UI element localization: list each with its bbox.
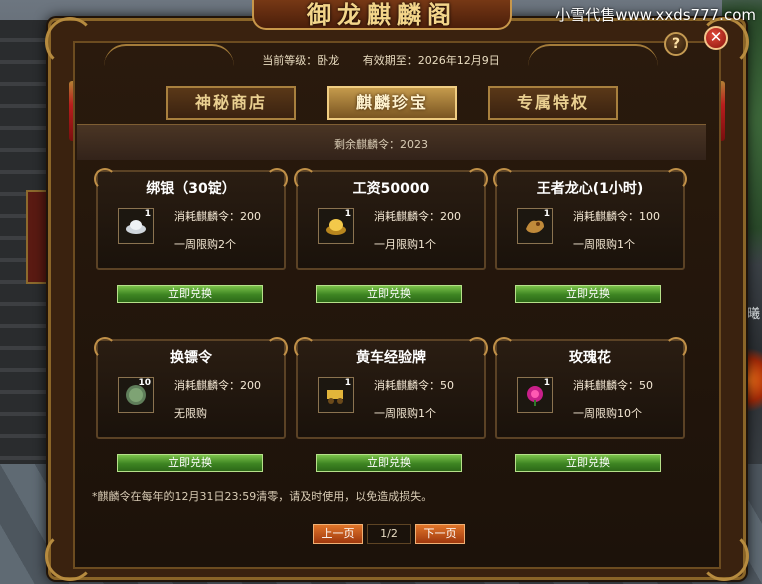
item-quantity: 10	[138, 378, 151, 388]
item-quantity: 1	[543, 378, 550, 388]
tab-bar: 神秘商店 麒麟珍宝 专属特权	[163, 86, 623, 120]
cost-value: 100	[639, 210, 660, 223]
item-card: 黄车经验牌 1 消耗麒麟令：50 一周限购1个	[294, 337, 486, 439]
tab-mystery-shop[interactable]: 神秘商店	[166, 86, 296, 120]
item-limit: 一周限购10个	[573, 407, 642, 420]
reset-notice: *麒麟令在每年的12月31日23:59清零，请及时使用，以免造成损失。	[92, 490, 433, 503]
item-card: 玫瑰花 1 消耗麒麟令：50 一周限购10个	[493, 337, 685, 439]
item-cost: 消耗麒麟令：200	[174, 208, 261, 224]
membership-info: 当前等级：卧龙 有效期至：2026年12月9日	[0, 52, 762, 68]
gold-cart-icon: 1	[318, 377, 354, 413]
cost-value: 200	[240, 210, 261, 223]
gold-ingot-icon: 1	[318, 208, 354, 244]
item-card: 工资50000 1 消耗麒麟令：200 一月限购1个	[294, 168, 486, 270]
item-title: 王者龙心(1小时)	[536, 181, 644, 197]
item-cost: 消耗麒麟令：50	[573, 377, 653, 393]
item-limit: 一周限购1个	[573, 238, 635, 251]
item-card: 绑银（30锭） 1 消耗麒麟令：200 一周限购2个	[94, 168, 286, 270]
cost-label: 消耗麒麟令：	[573, 379, 639, 392]
redeem-button[interactable]: 立即兑换	[117, 454, 263, 472]
cost-value: 200	[440, 210, 461, 223]
cost-label: 消耗麒麟令：	[573, 210, 639, 223]
cost-label: 消耗麒麟令：	[374, 379, 440, 392]
item-title: 工资50000	[352, 181, 430, 197]
item-card: 王者龙心(1小时) 1 消耗麒麟令：100 一周限购1个	[493, 168, 685, 270]
cost-label: 消耗麒麟令：	[374, 210, 440, 223]
item-title: 黄车经验牌	[356, 350, 426, 366]
window-title: 御龙麒麟阁	[252, 0, 512, 30]
redeem-button[interactable]: 立即兑换	[316, 454, 462, 472]
pagination: 上一页 1/2 下一页	[313, 524, 473, 544]
item-limit: 一月限购1个	[374, 238, 436, 251]
redeem-button[interactable]: 立即兑换	[117, 285, 263, 303]
item-cost: 消耗麒麟令：100	[573, 208, 660, 224]
item-title: 玫瑰花	[569, 350, 611, 366]
next-page-button[interactable]: 下一页	[415, 524, 465, 544]
item-cost: 消耗麒麟令：200	[374, 208, 461, 224]
silver-ingot-icon: 1	[118, 208, 154, 244]
item-quantity: 1	[344, 209, 351, 219]
expiry-date: 有效期至：2026年12月9日	[362, 54, 500, 67]
current-level: 当前等级：卧龙	[262, 54, 340, 67]
redeem-button[interactable]: 立即兑换	[515, 454, 661, 472]
rose-icon: 1	[517, 377, 553, 413]
cost-value: 200	[240, 379, 261, 392]
page-indicator: 1/2	[367, 524, 411, 544]
cost-value: 50	[639, 379, 653, 392]
item-limit: 一周限购1个	[374, 407, 436, 420]
redeem-button[interactable]: 立即兑换	[515, 285, 661, 303]
item-card: 换镖令 10 消耗麒麟令：200 无限购	[94, 337, 286, 439]
watermark-text: 小雪代售www.xxds777.com	[555, 6, 756, 24]
item-quantity: 1	[144, 209, 151, 219]
item-quantity: 1	[543, 209, 550, 219]
item-cost: 消耗麒麟令：200	[174, 377, 261, 393]
close-button[interactable]: ✕	[704, 26, 728, 50]
item-cost: 消耗麒麟令：50	[374, 377, 454, 393]
item-title: 绑银（30锭）	[146, 181, 236, 197]
item-limit: 无限购	[174, 407, 207, 420]
tab-qilin-treasures[interactable]: 麒麟珍宝	[327, 86, 457, 120]
redeem-button[interactable]: 立即兑换	[316, 285, 462, 303]
item-limit: 一周限购2个	[174, 238, 236, 251]
dragon-heart-icon: 1	[517, 208, 553, 244]
escort-token-icon: 10	[118, 377, 154, 413]
cost-value: 50	[440, 379, 454, 392]
item-quantity: 1	[344, 378, 351, 388]
help-button[interactable]: ?	[664, 32, 688, 56]
prev-page-button[interactable]: 上一页	[313, 524, 363, 544]
cost-label: 消耗麒麟令：	[174, 210, 240, 223]
remaining-tokens: 剩余麒麟令：2023	[334, 138, 428, 151]
cost-label: 消耗麒麟令：	[174, 379, 240, 392]
item-title: 换镖令	[170, 350, 212, 366]
tab-exclusive-privileges[interactable]: 专属特权	[488, 86, 618, 120]
